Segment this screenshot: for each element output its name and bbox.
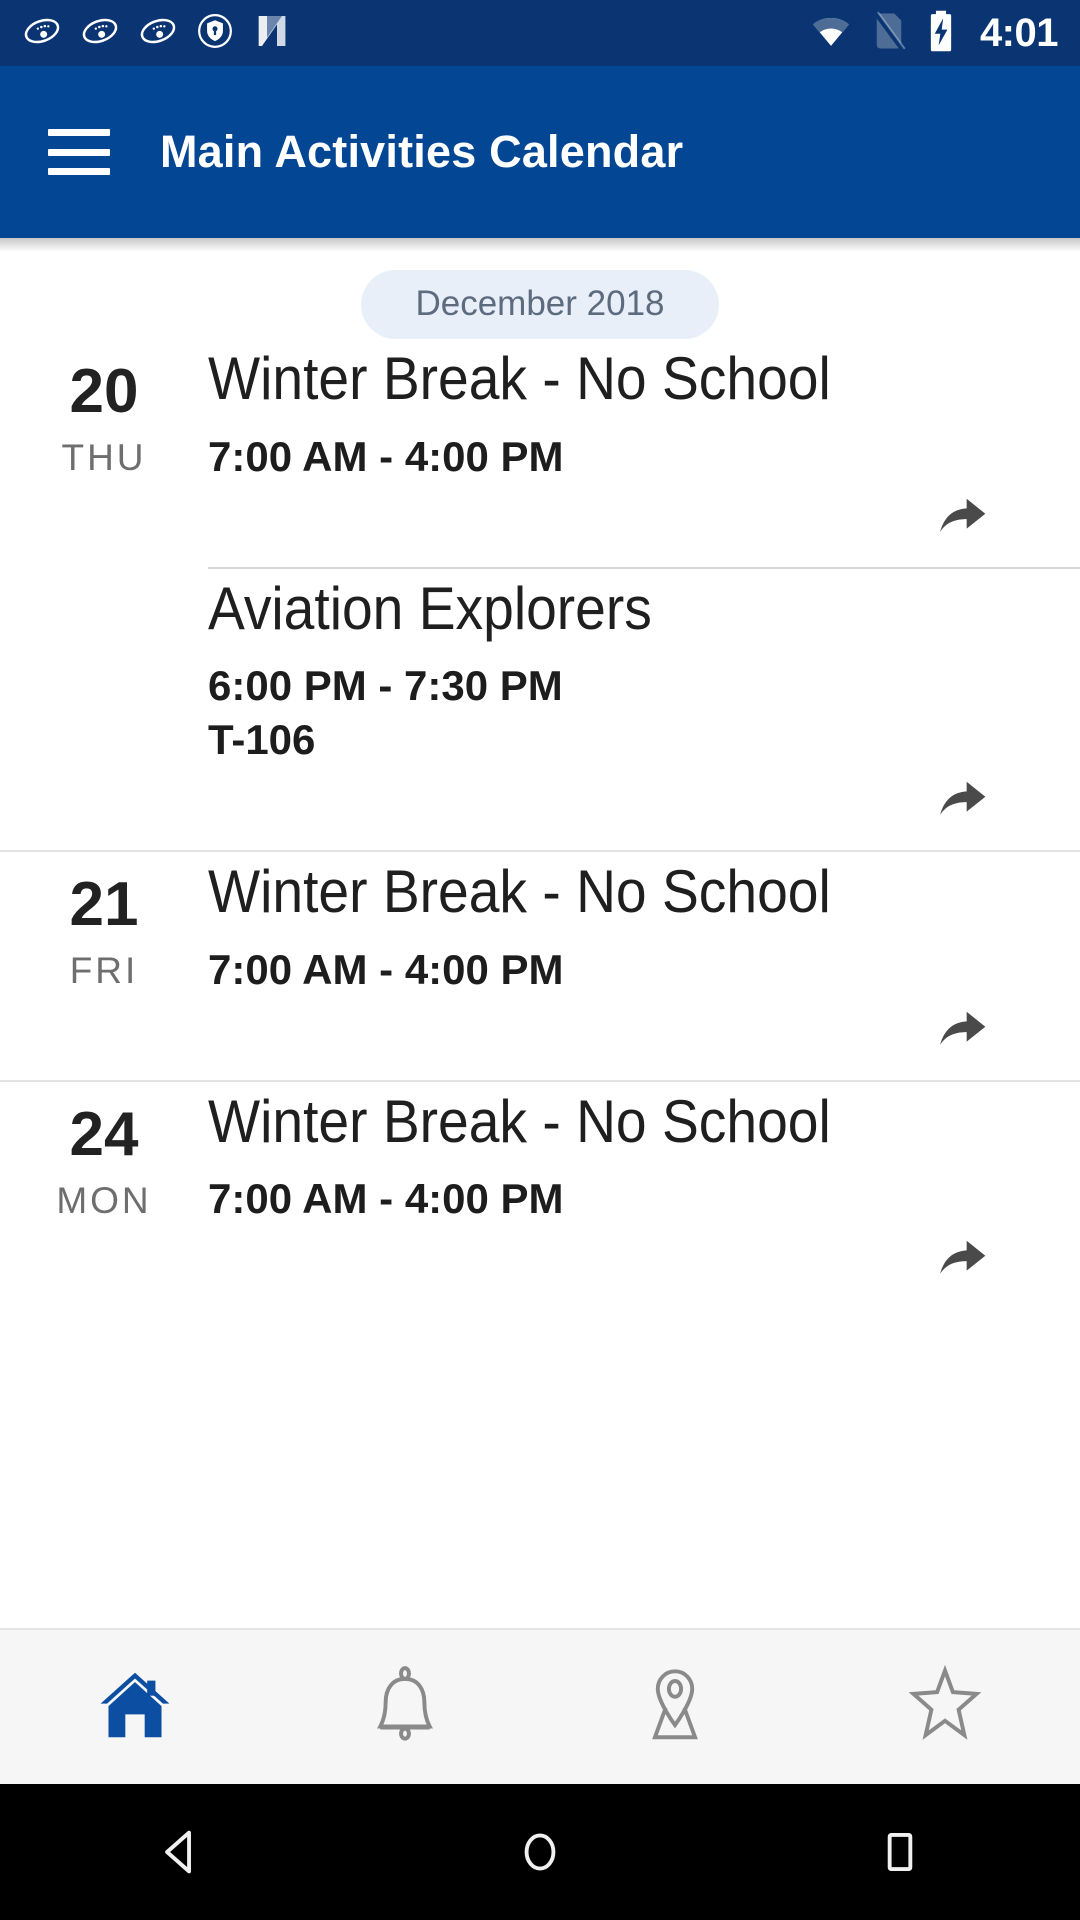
status-bar: 4:01 bbox=[0, 0, 1080, 66]
app-bar: Main Activities Calendar bbox=[0, 66, 1080, 238]
event-title: Winter Break - No School bbox=[208, 345, 831, 412]
app-orbit-icon-3 bbox=[138, 11, 178, 56]
event-time: 6:00 PM - 7:30 PM bbox=[208, 662, 563, 710]
day-column: 20 THU bbox=[0, 339, 208, 567]
bottom-tab-bar bbox=[0, 1628, 1080, 1784]
day-column: 24 MON bbox=[0, 1082, 208, 1310]
tab-notifications[interactable] bbox=[270, 1630, 540, 1784]
event-actions bbox=[208, 994, 1050, 1080]
event-time: 7:00 AM - 4:00 PM bbox=[208, 432, 564, 480]
status-bar-left-icons bbox=[22, 11, 292, 56]
event-details: Aviation Explorers 6:00 PM - 7:30 PM T-1… bbox=[208, 569, 1080, 851]
month-chip[interactable]: December 2018 bbox=[361, 270, 719, 339]
day-number: 20 bbox=[69, 357, 139, 426]
app-orbit-icon-2 bbox=[80, 11, 120, 56]
event-row[interactable]: 20 THU Winter Break - No School 7:00 AM … bbox=[0, 339, 1080, 567]
day-group: 21 FRI Winter Break - No School 7:00 AM … bbox=[0, 852, 1080, 1080]
tab-home[interactable] bbox=[0, 1630, 270, 1784]
bell-icon bbox=[362, 1662, 448, 1753]
event-actions bbox=[208, 764, 1050, 850]
event-title: Aviation Explorers bbox=[208, 574, 652, 642]
home-circle-icon[interactable] bbox=[360, 1821, 720, 1883]
day-of-week: FRI bbox=[69, 950, 139, 992]
star-icon bbox=[902, 1662, 988, 1753]
event-location: T-106 bbox=[208, 716, 316, 764]
recents-icon[interactable] bbox=[720, 1821, 1080, 1883]
map-pin-icon bbox=[632, 1662, 718, 1753]
event-actions bbox=[208, 1223, 1050, 1309]
event-details: Winter Break - No School 7:00 AM - 4:00 … bbox=[208, 852, 1080, 1080]
share-icon[interactable] bbox=[932, 774, 992, 826]
share-icon[interactable] bbox=[932, 491, 992, 543]
event-details: Winter Break - No School 7:00 AM - 4:00 … bbox=[208, 1082, 1080, 1310]
status-bar-clock: 4:01 bbox=[979, 11, 1059, 55]
event-row[interactable]: Aviation Explorers 6:00 PM - 7:30 PM T-1… bbox=[0, 569, 1080, 851]
month-header: December 2018 bbox=[0, 238, 1080, 339]
day-number: 21 bbox=[69, 870, 139, 940]
back-icon[interactable] bbox=[0, 1821, 360, 1883]
page-title: Main Activities Calendar bbox=[160, 126, 684, 177]
app-orbit-icon-1 bbox=[22, 11, 62, 56]
status-bar-right-icons: 4:01 bbox=[810, 9, 1059, 58]
tab-favorites[interactable] bbox=[810, 1630, 1080, 1784]
day-group: 20 THU Winter Break - No School 7:00 AM … bbox=[0, 339, 1080, 850]
wifi-icon bbox=[810, 10, 852, 57]
day-column-spacer bbox=[0, 569, 208, 851]
day-group: 24 MON Winter Break - No School 7:00 AM … bbox=[0, 1082, 1080, 1310]
battery-charging-icon bbox=[926, 9, 956, 58]
shield-key-icon bbox=[196, 12, 234, 55]
android-nav-bar bbox=[0, 1784, 1080, 1920]
hamburger-menu-icon[interactable] bbox=[48, 129, 110, 175]
tab-map[interactable] bbox=[540, 1630, 810, 1784]
nextdoor-n-icon bbox=[252, 11, 292, 56]
share-icon[interactable] bbox=[932, 1004, 992, 1056]
event-title: Winter Break - No School bbox=[208, 858, 831, 926]
no-sim-icon bbox=[870, 10, 908, 57]
home-icon bbox=[92, 1662, 178, 1753]
day-of-week: THU bbox=[61, 437, 147, 478]
event-row[interactable]: 24 MON Winter Break - No School 7:00 AM … bbox=[0, 1082, 1080, 1310]
phone-screen: 4:01 Main Activities Calendar December 2… bbox=[0, 0, 1080, 1920]
event-title: Winter Break - No School bbox=[208, 1087, 831, 1155]
day-number: 24 bbox=[69, 1099, 139, 1169]
day-of-week: MON bbox=[56, 1179, 152, 1221]
calendar-list[interactable]: December 2018 20 THU Winter Break - No S… bbox=[0, 238, 1080, 1628]
event-time: 7:00 AM - 4:00 PM bbox=[208, 1175, 564, 1223]
event-details: Winter Break - No School 7:00 AM - 4:00 … bbox=[208, 339, 1080, 567]
share-icon[interactable] bbox=[932, 1233, 992, 1285]
day-column: 21 FRI bbox=[0, 852, 208, 1080]
event-time: 7:00 AM - 4:00 PM bbox=[208, 945, 564, 993]
event-row[interactable]: 21 FRI Winter Break - No School 7:00 AM … bbox=[0, 852, 1080, 1080]
event-actions bbox=[208, 481, 1050, 567]
